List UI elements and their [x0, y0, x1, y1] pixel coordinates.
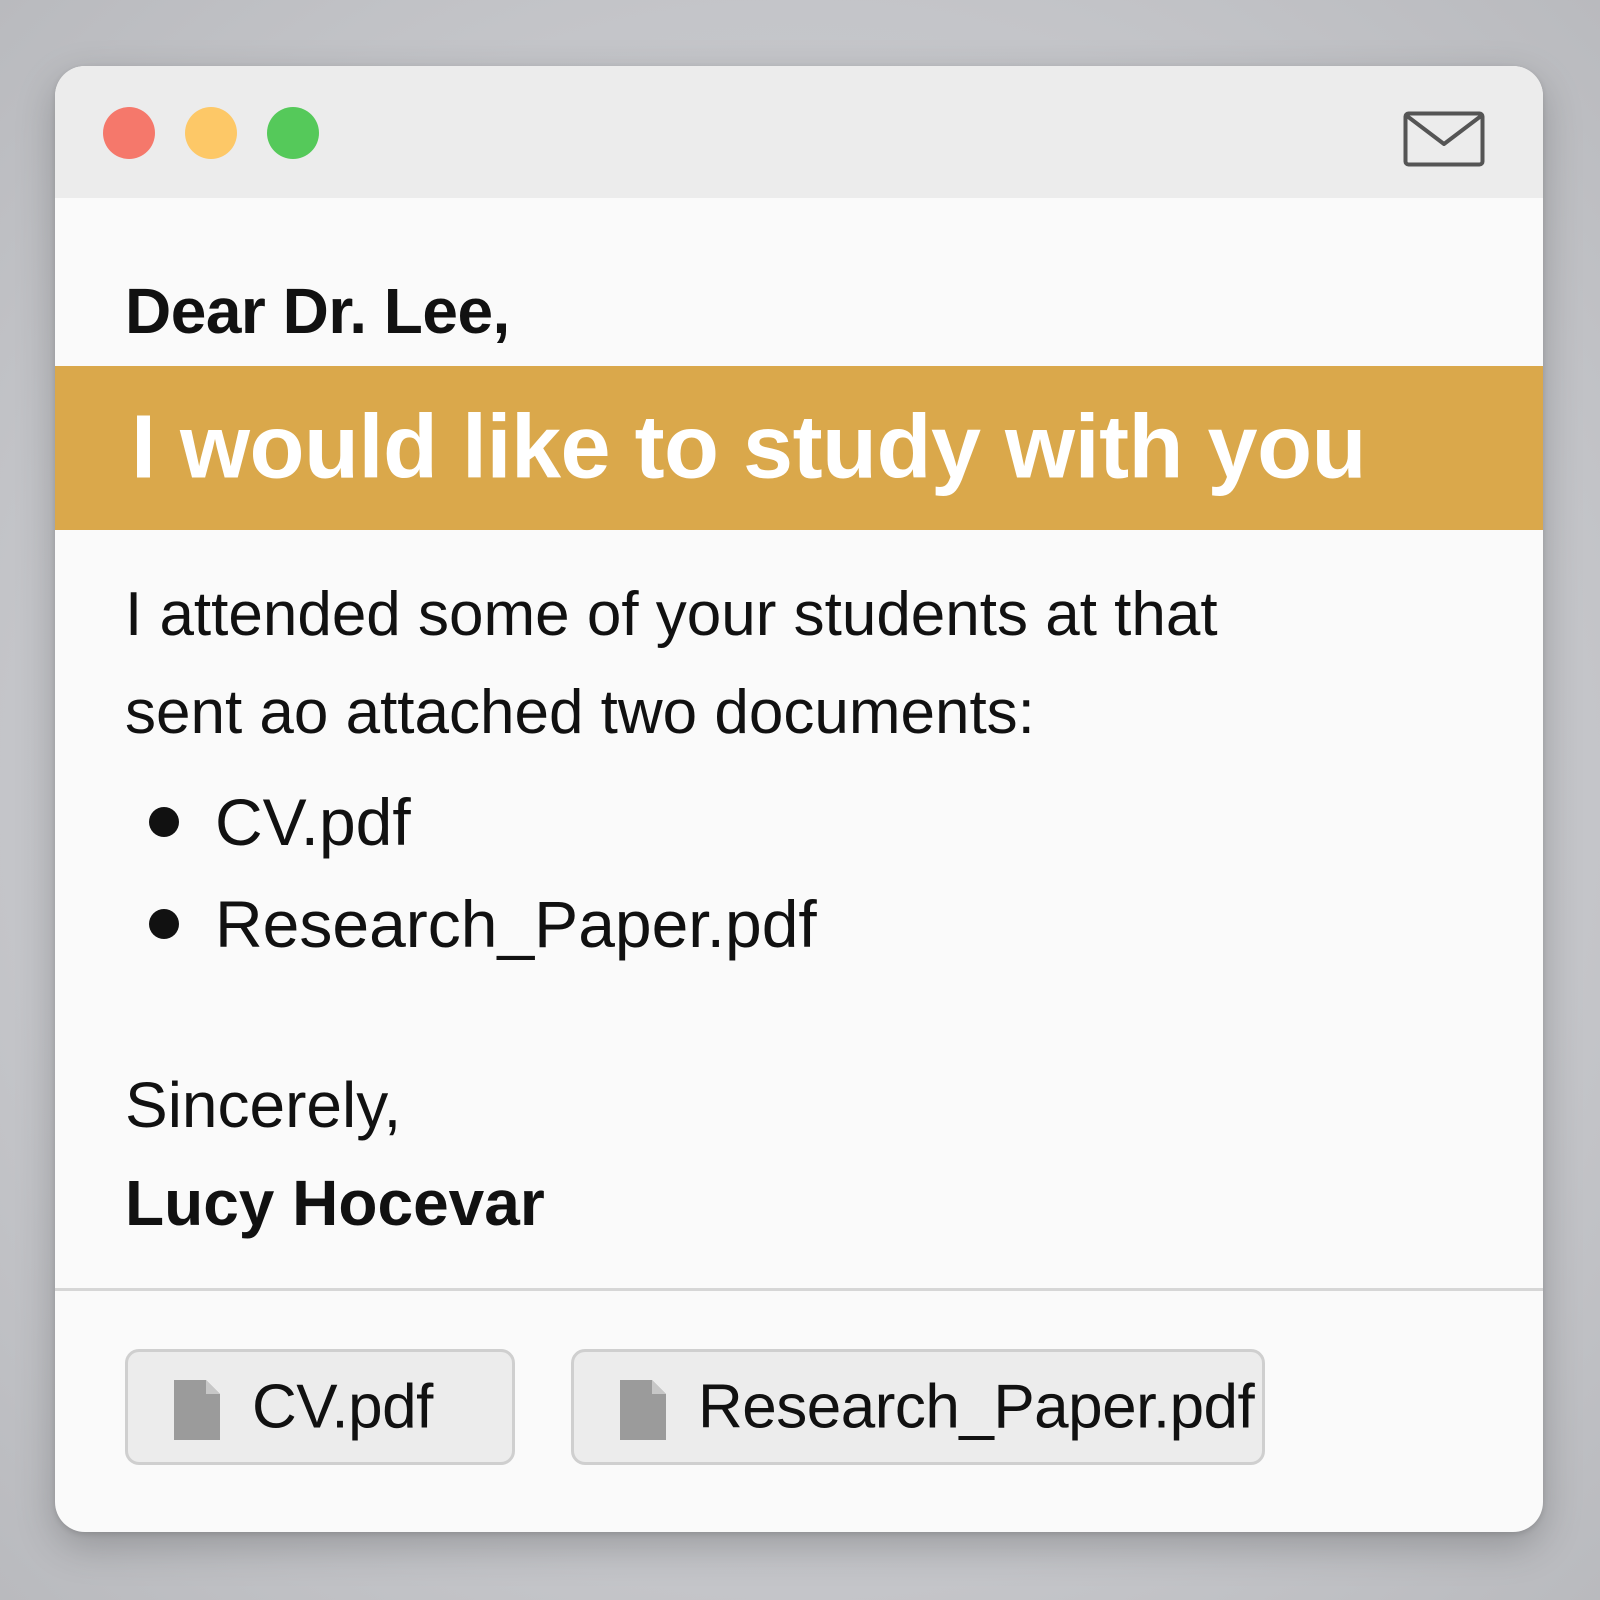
closing: Sincerely,: [125, 1069, 402, 1141]
file-icon: [174, 1380, 220, 1440]
message-body: I attended some of your students at that…: [125, 566, 1465, 762]
minimize-button[interactable]: [185, 107, 237, 159]
attachment-name: Research_Paper.pdf: [698, 1372, 1255, 1442]
divider: [55, 1288, 1543, 1291]
close-button[interactable]: [103, 107, 155, 159]
signature: Lucy Hocevar: [125, 1167, 545, 1239]
attachment-chip-cv[interactable]: CV.pdf: [125, 1349, 515, 1465]
list-item-label: CV.pdf: [215, 785, 411, 859]
subject-banner: I would like to study with you: [55, 366, 1543, 530]
salutation: Dear Dr. Lee,: [125, 274, 510, 347]
bullet-icon: [149, 909, 179, 939]
email-window: Dear Dr. Lee, I would like to study with…: [55, 66, 1543, 1532]
title-bar: [55, 66, 1543, 198]
list-item: CV.pdf: [125, 771, 817, 873]
zoom-button[interactable]: [267, 107, 319, 159]
mail-icon[interactable]: [1403, 111, 1485, 167]
subject-text: I would like to study with you: [131, 397, 1367, 498]
body-line: sent ao attached two documents:: [125, 678, 1035, 747]
body-line: I attended some of your students at that: [125, 580, 1218, 649]
list-item: Research_Paper.pdf: [125, 873, 817, 975]
file-icon: [620, 1380, 666, 1440]
attachment-chip-research-paper[interactable]: Research_Paper.pdf: [571, 1349, 1265, 1465]
bullet-icon: [149, 807, 179, 837]
attachment-name: CV.pdf: [252, 1372, 433, 1442]
list-item-label: Research_Paper.pdf: [215, 887, 817, 961]
attachment-list: CV.pdf Research_Paper.pdf: [125, 771, 817, 975]
